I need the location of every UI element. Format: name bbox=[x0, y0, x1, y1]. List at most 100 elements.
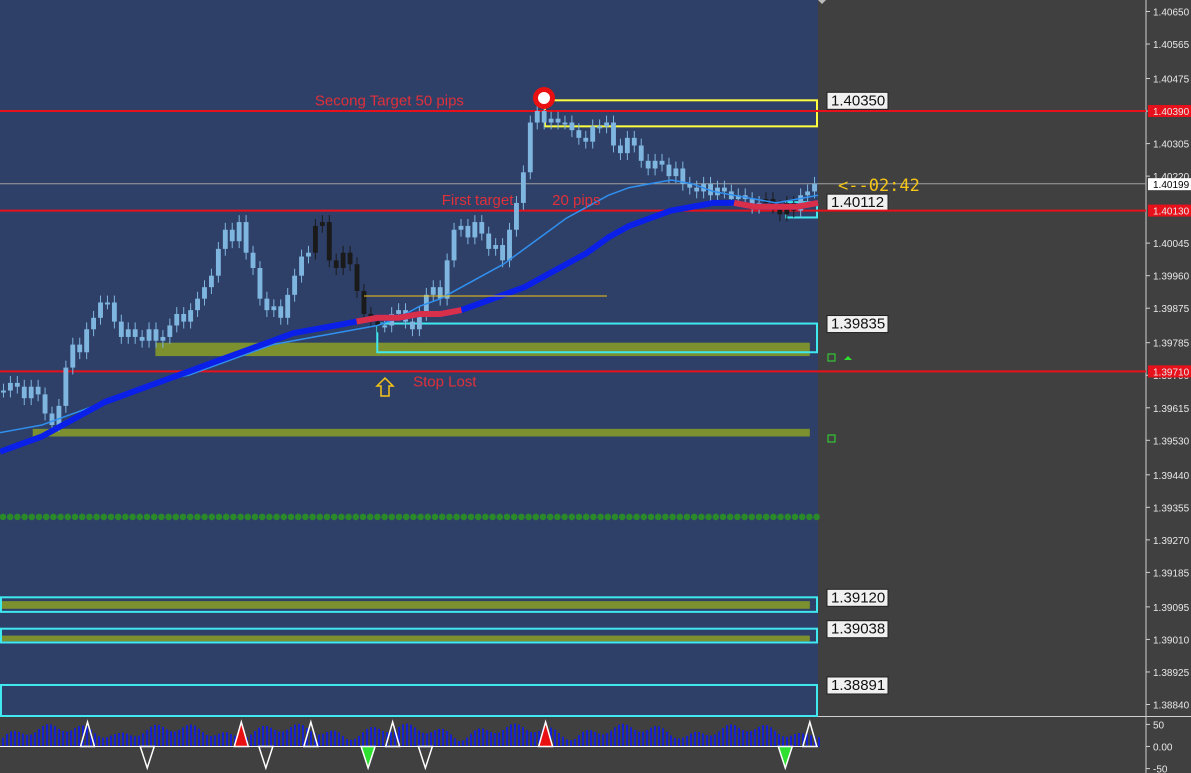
histogram-bar bbox=[230, 734, 232, 747]
dot-marker bbox=[186, 513, 194, 521]
candle bbox=[222, 229, 228, 249]
dot-marker bbox=[230, 513, 237, 521]
candle bbox=[437, 287, 443, 299]
candle bbox=[604, 122, 609, 127]
histogram-bar bbox=[582, 731, 584, 747]
candle bbox=[645, 160, 651, 169]
histogram-bar bbox=[662, 728, 664, 747]
candle bbox=[285, 294, 291, 318]
candle bbox=[188, 310, 194, 322]
indicator-tick-label: 50 bbox=[1153, 720, 1165, 731]
histogram-bar bbox=[734, 725, 736, 747]
histogram-bar bbox=[14, 730, 16, 747]
price-tick-label: 1.39095 bbox=[1153, 603, 1190, 614]
candle bbox=[299, 256, 304, 276]
histogram-bar bbox=[586, 730, 588, 747]
dot-marker bbox=[28, 513, 36, 521]
histogram-bar bbox=[750, 731, 752, 747]
support-band-3 bbox=[0, 635, 810, 642]
dot-marker bbox=[114, 513, 122, 521]
dot-marker bbox=[467, 513, 475, 521]
dot-marker bbox=[676, 513, 684, 521]
dot-marker bbox=[93, 513, 100, 521]
histogram-bar bbox=[742, 730, 744, 747]
histogram-bar bbox=[534, 732, 536, 747]
dot-marker bbox=[345, 513, 352, 521]
dot-marker bbox=[748, 513, 756, 521]
price-tick-label: 1.39440 bbox=[1153, 471, 1190, 482]
histogram-bar bbox=[782, 736, 784, 747]
histogram-bar bbox=[42, 725, 44, 747]
histogram-bar bbox=[170, 731, 172, 747]
candle bbox=[1, 390, 6, 393]
dot-marker bbox=[539, 513, 547, 521]
dot-marker bbox=[273, 513, 280, 521]
dot-marker bbox=[338, 513, 345, 521]
histogram-bar bbox=[482, 728, 484, 747]
candle bbox=[624, 137, 630, 154]
histogram-bar bbox=[98, 736, 100, 747]
histogram-bar bbox=[298, 723, 300, 747]
dot-marker bbox=[762, 513, 770, 521]
histogram-bar bbox=[682, 737, 684, 747]
candle bbox=[98, 302, 103, 318]
histogram-bar bbox=[486, 730, 488, 747]
annotation-text-0: Secong Target 50 pips bbox=[315, 92, 464, 109]
candle bbox=[229, 229, 235, 242]
dot-marker bbox=[194, 513, 201, 521]
histogram-bar bbox=[710, 735, 712, 747]
histogram-bar bbox=[470, 733, 472, 747]
histogram-bar bbox=[446, 731, 448, 747]
histogram-bar bbox=[50, 724, 52, 747]
histogram-bar bbox=[374, 727, 376, 747]
dot-marker bbox=[237, 513, 244, 521]
candle bbox=[673, 168, 679, 177]
dot-marker bbox=[446, 513, 453, 521]
histogram-bar bbox=[2, 737, 4, 747]
histogram-bar bbox=[642, 731, 644, 747]
histogram-bar bbox=[210, 736, 212, 747]
histogram-bar bbox=[686, 735, 688, 747]
histogram-bar bbox=[798, 732, 800, 747]
histogram-bar bbox=[226, 732, 228, 747]
dot-marker bbox=[582, 513, 590, 521]
histogram-bar bbox=[402, 724, 404, 747]
histogram-bar bbox=[746, 731, 748, 747]
candle bbox=[541, 111, 547, 123]
histogram-bar bbox=[18, 731, 20, 747]
histogram-bar bbox=[778, 734, 780, 747]
dot-marker bbox=[258, 513, 266, 521]
dot-marker bbox=[741, 513, 748, 521]
histogram-bar bbox=[506, 726, 508, 747]
dot-marker bbox=[798, 513, 806, 521]
dot-marker bbox=[813, 513, 820, 521]
dot-marker bbox=[402, 513, 410, 521]
histogram-bar bbox=[334, 730, 336, 747]
forex-chart[interactable]: 1.40350 1.40112 1.39835 1.39120 1.39038 1.388… bbox=[0, 0, 1191, 773]
candle bbox=[132, 329, 138, 337]
dot-marker bbox=[690, 513, 698, 521]
histogram-bar bbox=[638, 731, 640, 747]
histogram-bar bbox=[730, 724, 732, 747]
histogram-bar bbox=[606, 733, 608, 747]
candle bbox=[35, 386, 41, 395]
dot-marker bbox=[107, 513, 115, 521]
candle bbox=[28, 386, 34, 399]
candle bbox=[590, 126, 596, 142]
histogram-bar bbox=[694, 731, 696, 747]
histogram-bar bbox=[498, 732, 500, 747]
histogram-bar bbox=[258, 727, 260, 747]
histogram-bar bbox=[450, 734, 452, 747]
candle bbox=[195, 298, 200, 311]
histogram-bar bbox=[30, 734, 32, 747]
histogram-bar bbox=[634, 729, 636, 747]
dot-marker bbox=[453, 513, 460, 521]
dot-marker bbox=[417, 513, 424, 521]
histogram-bar bbox=[434, 730, 436, 747]
candle bbox=[500, 245, 506, 261]
price-tick-label: 1.39185 bbox=[1153, 568, 1190, 579]
dot-marker bbox=[316, 513, 324, 521]
dot-marker bbox=[518, 513, 525, 521]
histogram-bar bbox=[86, 726, 88, 747]
candle bbox=[721, 187, 727, 192]
